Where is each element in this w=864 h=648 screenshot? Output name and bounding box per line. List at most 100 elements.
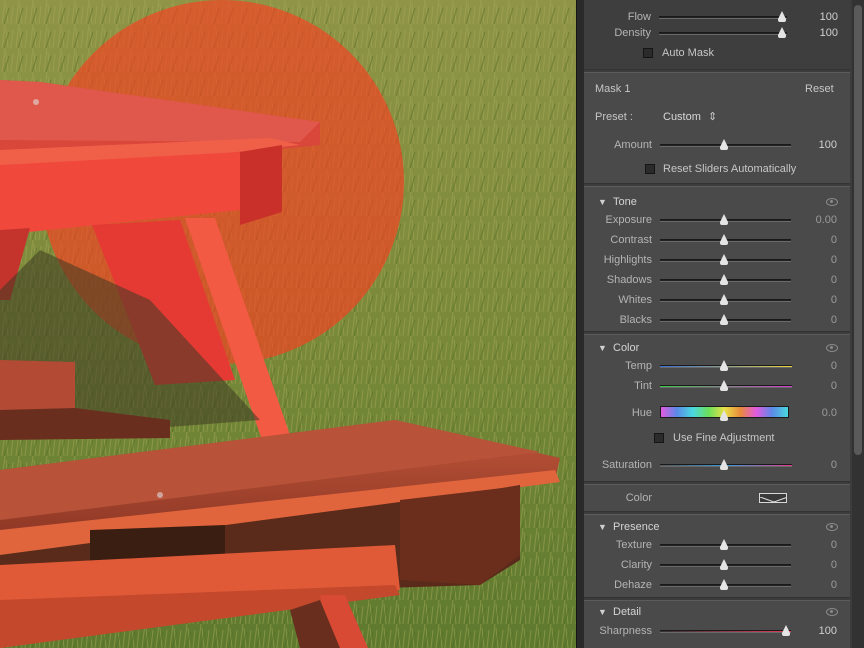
flow-slider[interactable] [659,11,787,22]
presence-collapse-icon[interactable]: ▼ [598,522,607,533]
detail-pane: ▼ Detail Sharpness 100 [584,600,850,648]
contrast-slider[interactable] [660,234,791,245]
texture-slider-thumb[interactable] [719,539,728,550]
density-slider-thumb[interactable] [778,27,786,38]
shadows-label: Shadows [606,274,652,286]
panel-scrollbar[interactable] [852,0,864,648]
temp-label: Temp [625,360,652,372]
blacks-value[interactable]: 0 [797,314,837,327]
exposure-value[interactable]: 0.00 [797,214,837,227]
tone-pane: ▼ Tone Exposure 0.00 Contrast 0 Highlights 0 S… [584,186,850,332]
color-swatch[interactable] [759,493,787,503]
detail-title[interactable]: Detail [613,606,641,619]
brush-settings-pane: Flow 100 Density 100 Auto Mask [584,0,850,70]
whites-value[interactable]: 0 [797,294,837,307]
dehaze-value[interactable]: 0 [797,579,837,592]
dehaze-slider[interactable] [660,579,791,590]
clarity-slider-thumb[interactable] [719,559,728,570]
color-swatch-pane: Color [584,484,850,512]
detail-collapse-icon[interactable]: ▼ [598,607,607,618]
clarity-slider[interactable] [660,559,791,570]
tone-title[interactable]: Tone [613,196,637,209]
tone-visibility-eye-icon[interactable] [826,198,838,206]
temp-slider-thumb[interactable] [720,360,728,371]
amount-value[interactable]: 100 [797,139,837,152]
exposure-slider-thumb[interactable] [719,214,728,225]
fine-adjustment-checkbox[interactable] [654,433,664,443]
temp-slider[interactable] [660,360,792,371]
amount-label: Amount [614,139,652,151]
density-slider[interactable] [659,27,787,38]
highlights-slider[interactable] [660,254,791,265]
sharpness-label: Sharpness [599,625,652,637]
presence-title[interactable]: Presence [613,521,659,534]
dehaze-slider-thumb[interactable] [719,579,728,590]
mask-pane: Mask 1 Reset Preset : Custom ⇕ Amount 10… [584,72,850,184]
fine-adjustment-label[interactable]: Use Fine Adjustment [673,432,775,445]
blacks-label: Blacks [619,314,652,326]
highlights-label: Highlights [603,254,652,266]
color-visibility-eye-icon[interactable] [826,344,838,352]
flow-label: Flow [627,11,651,23]
reset-sliders-checkbox[interactable] [645,164,655,174]
color-title[interactable]: Color [613,342,639,355]
sharpness-slider-thumb[interactable] [782,625,790,636]
whites-slider-thumb[interactable] [719,294,728,305]
color-swatch-label: Color [625,492,652,504]
dehaze-label: Dehaze [614,579,652,591]
exposure-slider[interactable] [660,214,791,225]
tint-label: Tint [634,380,652,392]
texture-value[interactable]: 0 [797,539,837,552]
hue-slider[interactable] [660,406,789,421]
sharpness-value[interactable]: 100 [797,625,837,638]
auto-mask-checkbox[interactable] [643,48,653,58]
panel-scrollbar-thumb[interactable] [854,5,862,455]
tint-slider-thumb[interactable] [720,380,728,391]
texture-slider[interactable] [660,539,791,550]
contrast-label: Contrast [610,234,652,246]
preset-dropdown-arrow-icon[interactable]: ⇕ [708,111,717,124]
sharpness-slider[interactable] [660,625,791,636]
temp-value[interactable]: 0 [797,360,837,373]
clarity-value[interactable]: 0 [797,559,837,572]
hue-value[interactable]: 0.0 [797,407,837,420]
detail-visibility-eye-icon[interactable] [826,608,838,616]
contrast-value[interactable]: 0 [797,234,837,247]
preset-dropdown[interactable]: Custom [663,111,701,124]
mask-adjustment-panel: Flow 100 Density 100 Auto Mask Mask 1 Re… [584,0,864,648]
hue-slider-thumb[interactable] [719,410,728,421]
preset-label: Preset : [595,111,633,123]
flow-slider-thumb[interactable] [778,11,786,22]
color-collapse-icon[interactable]: ▼ [598,343,607,354]
blacks-slider-thumb[interactable] [719,314,728,325]
saturation-slider[interactable] [660,459,792,470]
photo-image [0,0,576,648]
amount-slider[interactable] [660,139,791,150]
auto-mask-label[interactable]: Auto Mask [662,47,714,60]
contrast-slider-thumb[interactable] [719,234,728,245]
tint-value[interactable]: 0 [797,380,837,393]
mask-name: Mask 1 [595,83,631,95]
shadows-value[interactable]: 0 [797,274,837,287]
mask-reset-button[interactable]: Reset [805,83,834,96]
highlights-value[interactable]: 0 [797,254,837,267]
amount-slider-thumb[interactable] [719,139,728,150]
photo-canvas[interactable] [0,0,576,648]
saturation-value[interactable]: 0 [797,459,837,472]
whites-slider[interactable] [660,294,791,305]
blacks-slider[interactable] [660,314,791,325]
shadows-slider-thumb[interactable] [719,274,728,285]
highlights-slider-thumb[interactable] [719,254,728,265]
panel-divider[interactable] [576,0,584,648]
color-pane: ▼ Color Temp 0 Tint 0 Hue 0.0 Use Fine A… [584,334,850,482]
density-label: Density [614,27,651,39]
reset-sliders-label[interactable]: Reset Sliders Automatically [663,163,796,176]
flow-value[interactable]: 100 [798,11,838,24]
density-value[interactable]: 100 [798,27,838,40]
saturation-slider-thumb[interactable] [720,459,728,470]
tone-collapse-icon[interactable]: ▼ [598,197,607,208]
presence-visibility-eye-icon[interactable] [826,523,838,531]
tint-slider[interactable] [660,380,792,391]
exposure-label: Exposure [605,214,652,226]
shadows-slider[interactable] [660,274,791,285]
